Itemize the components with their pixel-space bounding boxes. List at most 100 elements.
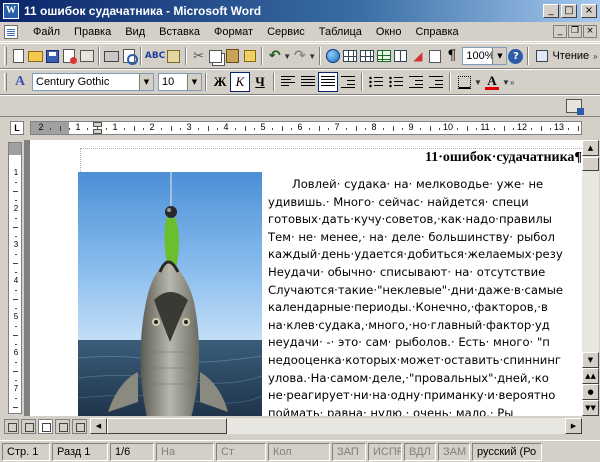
paragraph-line[interactable]: поймать· равна· нулю,· очень· мало.· Ры [268, 405, 582, 416]
status-language[interactable]: русский (Ро [472, 442, 542, 461]
vertical-scrollbar[interactable]: ▲ ▼ ▲▲ ● ▼▼ [582, 140, 599, 416]
first-line-indent-marker[interactable] [93, 122, 102, 127]
paragraph-line[interactable]: не·реагирует·ни·на·одну·приманку·и·вероя… [268, 387, 582, 405]
horizontal-ruler[interactable]: 211234567891011121314 [30, 121, 582, 135]
paste-button[interactable] [224, 46, 241, 66]
insert-excel-button[interactable] [375, 46, 392, 66]
reading-layout-button[interactable] [72, 418, 87, 434]
new-document-button[interactable] [10, 46, 27, 66]
maximize-button[interactable]: □ [561, 4, 577, 18]
help-button[interactable]: ? [507, 46, 524, 66]
borders-dropdown-icon[interactable]: ▼ [474, 78, 482, 87]
align-left-button[interactable] [278, 72, 298, 92]
menu-view[interactable]: Вид [118, 26, 152, 38]
browse-object-button[interactable]: ● [582, 384, 599, 400]
next-page-button[interactable]: ▼▼ [582, 400, 599, 416]
bullets-button[interactable] [386, 72, 406, 92]
scroll-up-button[interactable]: ▲ [582, 140, 599, 156]
close-button[interactable]: × [581, 4, 597, 18]
scroll-left-button[interactable]: ◀ [90, 418, 107, 434]
paragraph-line[interactable]: улова.·На·самом·деле,·"провальных"·дней,… [268, 370, 582, 388]
fish-photo[interactable] [78, 172, 262, 416]
normal-view-button[interactable] [4, 418, 19, 434]
undo-dropdown-icon[interactable]: ▼ [283, 52, 291, 61]
paragraph-line[interactable]: готовых·дать·кучу·советов,·как·надо·прав… [268, 211, 582, 229]
toolbar-grip[interactable] [4, 47, 7, 65]
vertical-ruler[interactable]: 1 2 3 4 5 6 7 [8, 142, 22, 414]
tables-borders-button[interactable] [341, 46, 358, 66]
hanging-indent-marker[interactable] [93, 129, 102, 134]
undo-button[interactable]: ↶ [266, 46, 283, 66]
menu-format[interactable]: Формат [207, 26, 260, 38]
web-layout-button[interactable] [21, 418, 36, 434]
show-formatting-button[interactable]: ¶ [443, 46, 460, 66]
doc-minimize-button[interactable]: _ [553, 25, 567, 38]
status-overtype[interactable]: ЗАМ [438, 442, 470, 461]
line-spacing-button[interactable] [338, 72, 358, 92]
font-select[interactable]: Century Gothic ▼ [32, 73, 154, 91]
previous-page-button[interactable]: ▲▲ [582, 368, 599, 384]
italic-button[interactable]: К [230, 72, 250, 92]
increase-indent-button[interactable] [426, 72, 446, 92]
chevron-down-icon[interactable]: ▼ [187, 74, 201, 90]
research-button[interactable] [165, 46, 182, 66]
paragraph-line[interactable]: Неудачи· обычно· списывают· на· отсутств… [268, 264, 582, 282]
scroll-right-button[interactable]: ▶ [565, 418, 582, 434]
menu-window[interactable]: Окно [369, 26, 409, 38]
insert-table-button[interactable] [358, 46, 375, 66]
permission-button[interactable] [61, 46, 78, 66]
redo-button[interactable]: ↷ [291, 46, 308, 66]
toolbar-options-icon[interactable]: » [510, 78, 518, 87]
scroll-thumb[interactable] [582, 157, 599, 171]
print-button[interactable] [103, 46, 120, 66]
borders-button[interactable] [454, 72, 474, 92]
paragraph-line[interactable]: календарные·периоды.·Конечно,·факторов,·… [268, 299, 582, 317]
chevron-down-icon[interactable]: ▼ [139, 74, 153, 90]
mail-merge-button[interactable] [564, 96, 584, 116]
tab-selector[interactable]: L [10, 121, 24, 135]
hyperlink-button[interactable] [324, 46, 341, 66]
chevron-down-icon[interactable]: ▼ [492, 48, 507, 64]
align-center-button[interactable] [298, 72, 318, 92]
format-painter-button[interactable] [241, 46, 258, 66]
horizontal-scroll-thumb[interactable] [107, 418, 227, 434]
status-track-changes[interactable]: ИСПР [368, 442, 402, 461]
paragraph-line[interactable]: каждый·день·удается·добиться·желаемых·ре… [268, 246, 582, 264]
document-map-button[interactable] [426, 46, 443, 66]
menu-insert[interactable]: Вставка [152, 26, 207, 38]
paragraph-line[interactable]: неудачи· -· это· сам· рыболов.· Есть· мн… [268, 334, 582, 352]
menu-tools[interactable]: Сервис [260, 26, 312, 38]
document-title[interactable]: 11·ошибок·судачатника¶ [425, 150, 582, 166]
document-page[interactable]: 11·ошибок·судачатника¶ Ловлей· судака· н… [30, 140, 582, 416]
save-button[interactable] [44, 46, 61, 66]
decrease-indent-button[interactable] [406, 72, 426, 92]
toolbar-grip[interactable] [4, 73, 7, 91]
minimize-button[interactable]: _ [543, 4, 559, 18]
drawing-button[interactable]: ◢ [409, 46, 426, 66]
paragraph-line[interactable]: Случаются·такие·"неклевые"·дни·даже·в·са… [268, 282, 582, 300]
document-area[interactable]: 11·ошибок·судачатника¶ Ловлей· судака· н… [24, 140, 582, 416]
toolbar-options-icon[interactable]: » [593, 52, 600, 61]
read-mode-button[interactable]: Чтение [532, 46, 593, 66]
email-button[interactable] [78, 46, 95, 66]
paragraph-line[interactable]: недооценка·которых·может·оставить·спинни… [268, 352, 582, 370]
bold-button[interactable]: Ж [210, 72, 230, 92]
paragraph-line[interactable]: Ловлей· судака· на· мелководье· уже· не [268, 176, 582, 194]
doc-restore-button[interactable]: ❐ [568, 25, 582, 38]
redo-dropdown-icon[interactable]: ▼ [308, 52, 316, 61]
zoom-select[interactable]: 100% ▼ [462, 47, 508, 65]
paragraph-line[interactable]: удивишь.· Много· сейчас· найдется· специ [268, 194, 582, 212]
spelling-button[interactable]: ABC [145, 46, 165, 66]
menu-table[interactable]: Таблица [312, 26, 369, 38]
font-color-dropdown-icon[interactable]: ▼ [502, 78, 510, 87]
open-button[interactable] [27, 46, 44, 66]
doc-close-button[interactable]: × [583, 25, 597, 38]
horizontal-scrollbar[interactable]: ◀ ▶ [90, 418, 582, 434]
numbering-button[interactable] [366, 72, 386, 92]
word-app-icon[interactable]: W [3, 3, 19, 19]
copy-button[interactable] [207, 46, 224, 66]
print-layout-button[interactable] [38, 418, 53, 434]
status-record[interactable]: ЗАП [332, 442, 366, 461]
menu-file[interactable]: Файл [26, 26, 67, 38]
font-color-button[interactable]: A [482, 72, 502, 92]
